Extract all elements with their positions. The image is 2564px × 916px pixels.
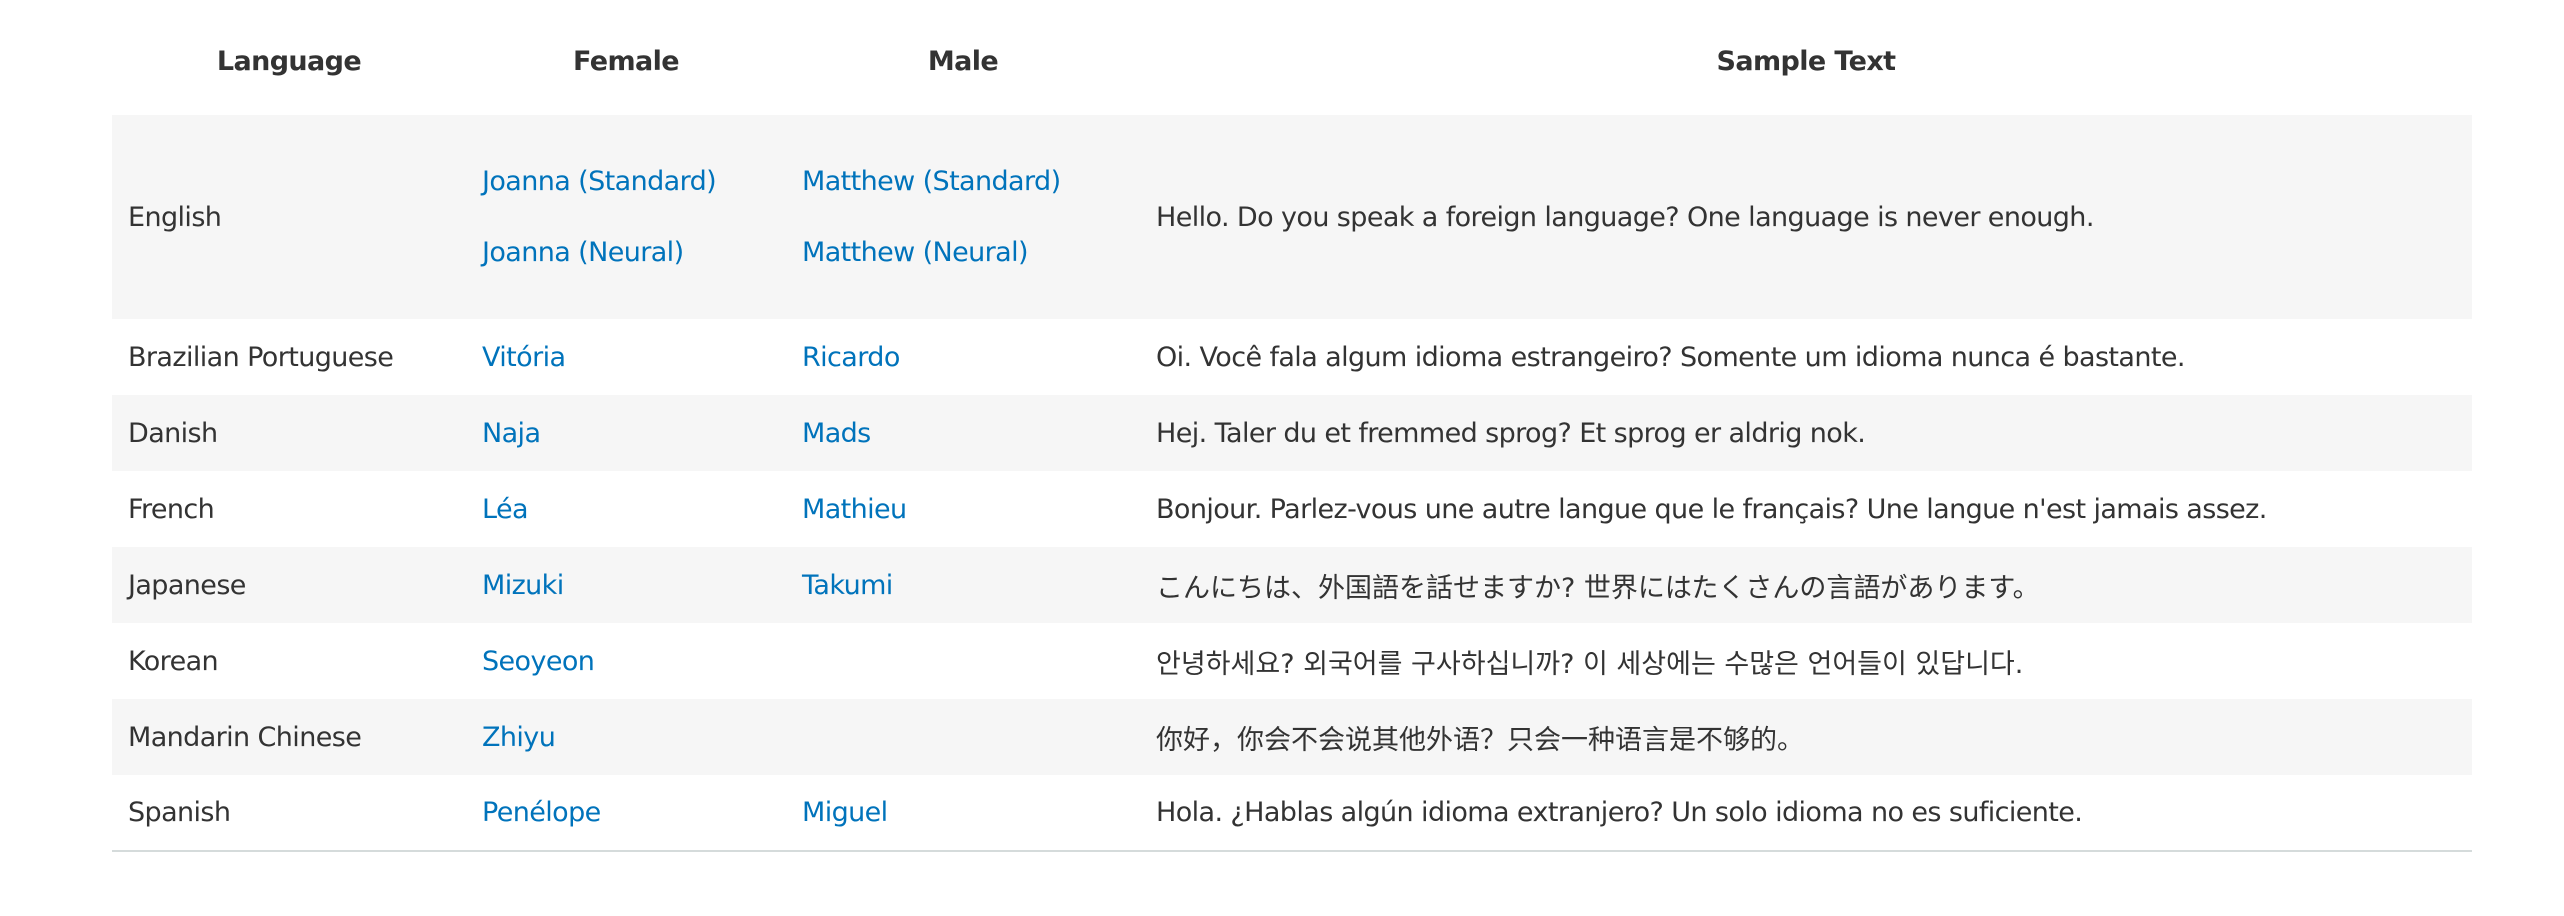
- voice-link[interactable]: Miguel: [802, 797, 1124, 828]
- male-voices-cell: [786, 699, 1140, 775]
- voice-link[interactable]: Joanna (Standard): [482, 166, 770, 197]
- language-cell: French: [128, 493, 215, 525]
- language-cell: Mandarin Chinese: [128, 721, 362, 753]
- table-row: Brazilian Portuguese Vitória Ricardo Oi.…: [112, 319, 2472, 395]
- table-row: Danish Naja Mads Hej. Taler du et fremme…: [112, 395, 2472, 471]
- voice-link[interactable]: Naja: [482, 418, 770, 449]
- voice-link[interactable]: Vitória: [482, 342, 770, 373]
- language-cell: Brazilian Portuguese: [128, 341, 394, 373]
- male-voices-cell: Ricardo: [786, 319, 1140, 395]
- male-voices-cell: [786, 623, 1140, 699]
- header-sample-text: Sample Text: [1716, 46, 1897, 77]
- voices-table: Language Female Male Sample Text English…: [112, 0, 2472, 852]
- header-language: Language: [216, 46, 362, 77]
- table-row: English Joanna (Standard) Joanna (Neural…: [112, 115, 2472, 319]
- sample-text-cell: 你好，你会不会说其他外语？只会一种语言是不够的。: [1156, 724, 1804, 756]
- table-row: French Léa Mathieu Bonjour. Parlez-vous …: [112, 471, 2472, 547]
- header-row: Language Female Male Sample Text: [112, 0, 2472, 115]
- sample-text-cell: Hello. Do you speak a foreign language? …: [1156, 201, 2094, 233]
- voice-link[interactable]: Matthew (Standard): [802, 166, 1124, 197]
- table-row: Mandarin Chinese Zhiyu 你好，你会不会说其他外语？只会一种…: [112, 699, 2472, 775]
- table-row: Korean Seoyeon 안녕하세요? 외국어를 구사하십니까? 이 세상에…: [112, 623, 2472, 699]
- sample-text-cell: Hola. ¿Hablas algún idioma extranjero? U…: [1140, 775, 2472, 852]
- language-cell: Spanish: [112, 775, 466, 852]
- male-voices-cell: Takumi: [786, 547, 1140, 623]
- sample-text-cell: Bonjour. Parlez-vous une autre langue qu…: [1156, 493, 2267, 525]
- female-voices-cell: Vitória: [466, 319, 786, 395]
- voice-link[interactable]: Seoyeon: [482, 646, 770, 677]
- voice-link[interactable]: Léa: [482, 494, 770, 525]
- female-voices-cell: Joanna (Standard) Joanna (Neural): [466, 115, 786, 319]
- voice-link[interactable]: Mizuki: [482, 570, 770, 601]
- female-voices-cell: Mizuki: [466, 547, 786, 623]
- language-cell: Danish: [128, 417, 218, 449]
- voice-link[interactable]: Mathieu: [802, 494, 1124, 525]
- table-header: Language Female Male Sample Text: [112, 0, 2472, 115]
- female-voices-cell: Zhiyu: [466, 699, 786, 775]
- language-cell: English: [128, 201, 222, 233]
- header-female: Female: [573, 46, 680, 77]
- sample-text-cell: こんにちは、外国語を話せますか? 世界にはたくさんの言語があります。: [1156, 572, 2040, 604]
- sample-text-cell: Oi. Você fala algum idioma estrangeiro? …: [1156, 341, 2185, 373]
- voice-link[interactable]: Matthew (Neural): [802, 237, 1124, 268]
- male-voices-cell: Matthew (Standard) Matthew (Neural): [786, 115, 1140, 319]
- voice-link[interactable]: Joanna (Neural): [482, 237, 770, 268]
- male-voices-cell: Mathieu: [786, 471, 1140, 547]
- sample-text-cell: 안녕하세요? 외국어를 구사하십니까? 이 세상에는 수많은 언어들이 있답니다…: [1156, 648, 2024, 680]
- female-voices-cell: Seoyeon: [466, 623, 786, 699]
- language-cell: Korean: [128, 645, 219, 677]
- table-row: Japanese Mizuki Takumi こんにちは、外国語を話せますか? …: [112, 547, 2472, 623]
- female-voices-cell: Naja: [466, 395, 786, 471]
- female-voices-cell: Léa: [466, 471, 786, 547]
- male-voices-cell: Miguel: [786, 775, 1140, 852]
- table-row: Spanish Penélope Miguel Hola. ¿Hablas al…: [112, 775, 2472, 852]
- voice-link[interactable]: Penélope: [482, 797, 770, 828]
- female-voices-cell: Penélope: [466, 775, 786, 852]
- language-cell: Japanese: [128, 569, 246, 601]
- voice-link[interactable]: Mads: [802, 418, 1124, 449]
- table-body: English Joanna (Standard) Joanna (Neural…: [112, 115, 2472, 852]
- voice-link[interactable]: Takumi: [802, 570, 1124, 601]
- header-male: Male: [927, 46, 999, 77]
- sample-text-cell: Hej. Taler du et fremmed sprog? Et sprog…: [1156, 417, 1866, 449]
- voice-link[interactable]: Zhiyu: [482, 722, 770, 753]
- male-voices-cell: Mads: [786, 395, 1140, 471]
- voice-link[interactable]: Ricardo: [802, 342, 1124, 373]
